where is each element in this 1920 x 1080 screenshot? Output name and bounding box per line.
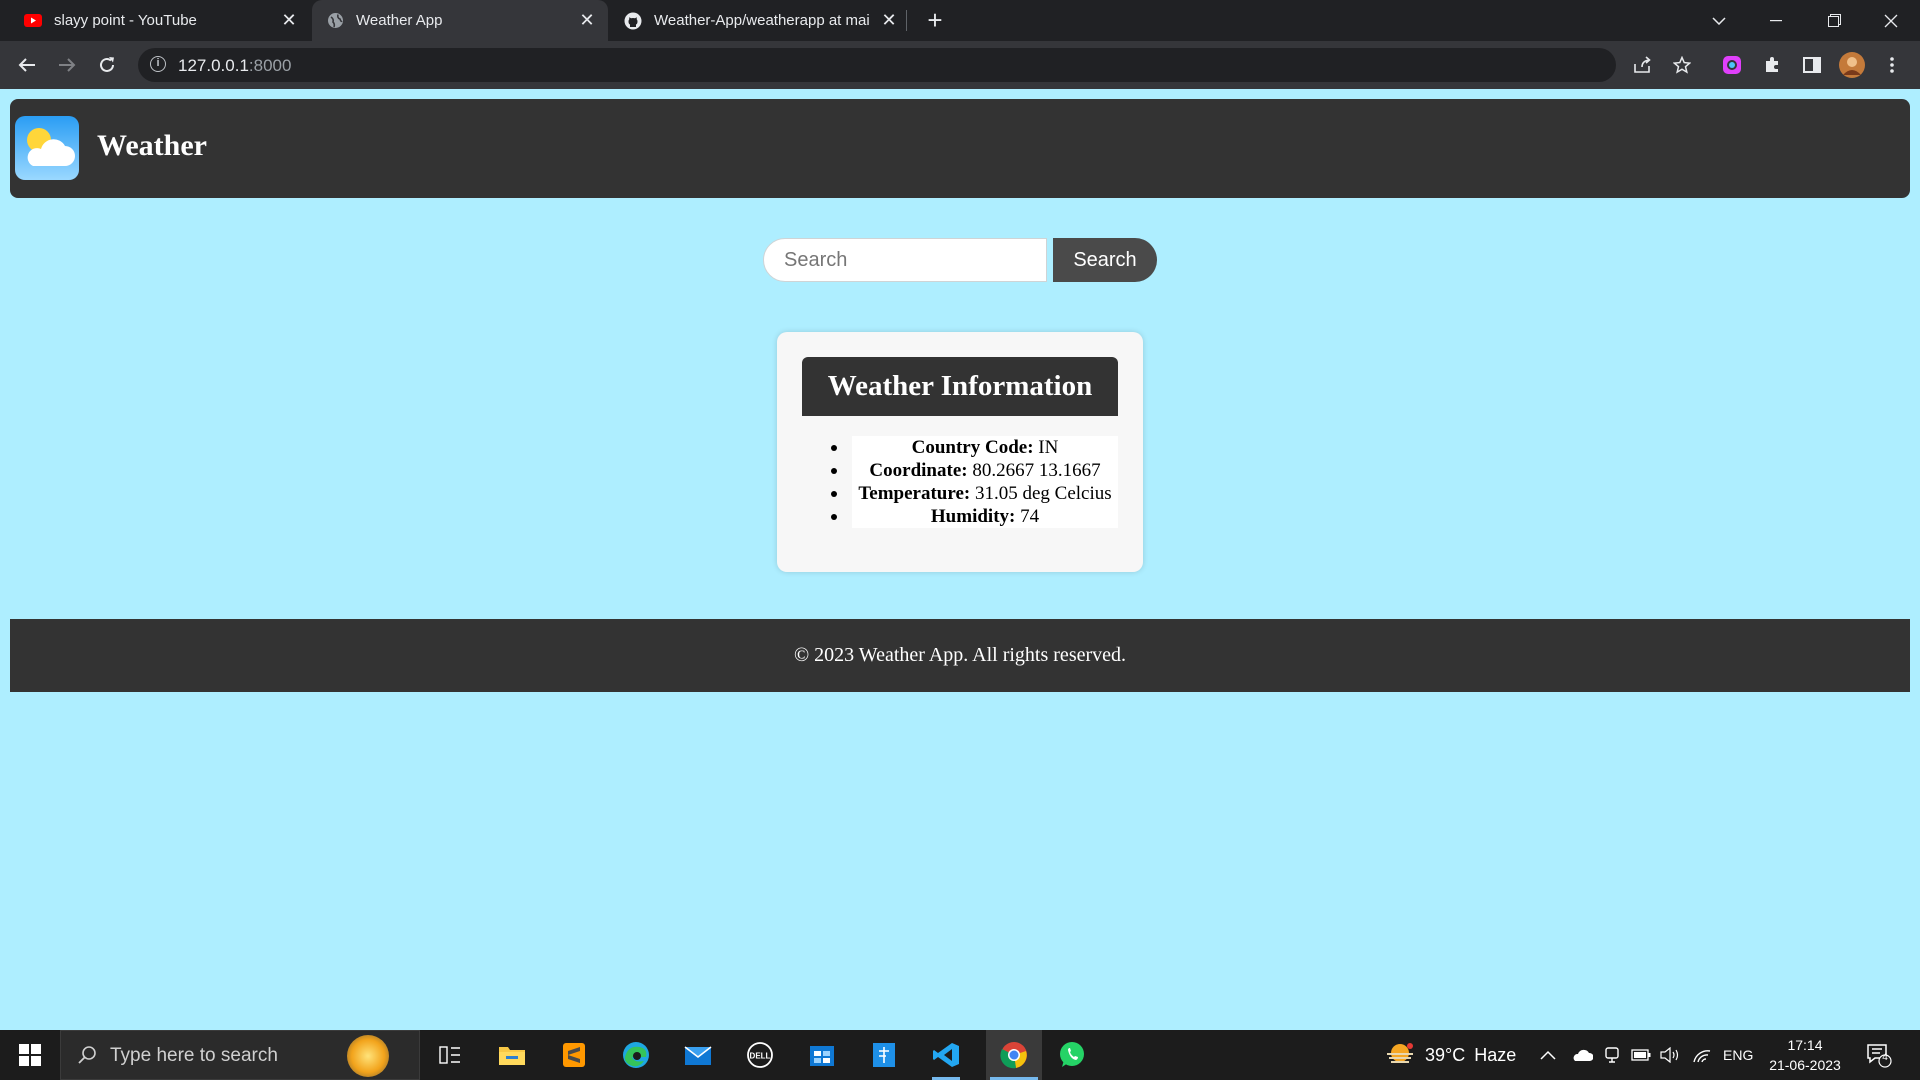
battery-icon[interactable] [1631, 1030, 1651, 1080]
new-tab-button[interactable]: + [920, 6, 950, 36]
close-window-button[interactable] [1862, 0, 1920, 41]
tab-search-chevron-icon[interactable] [1690, 0, 1748, 41]
extensions-puzzle-icon[interactable] [1756, 49, 1788, 81]
forward-button[interactable] [51, 49, 83, 81]
tab-youtube[interactable]: slayy point - YouTube ✕ [10, 0, 310, 41]
search-highlight-sun-icon [347, 1035, 389, 1077]
youtube-icon [24, 12, 42, 30]
file-explorer-icon[interactable] [494, 1037, 530, 1073]
volume-icon[interactable] [1660, 1030, 1682, 1080]
reload-button[interactable] [91, 49, 123, 81]
haze-sun-icon [1387, 1043, 1413, 1063]
input-language[interactable]: ENG [1723, 1030, 1753, 1080]
weather-condition: Haze [1474, 1044, 1517, 1065]
taskbar-search-box[interactable]: Type here to search [60, 1030, 420, 1080]
profile-avatar[interactable] [1836, 49, 1868, 81]
onedrive-cloud-icon[interactable] [1571, 1030, 1593, 1080]
close-tab-icon[interactable]: ✕ [280, 11, 298, 29]
browser-tab-strip: slayy point - YouTube ✕ Weather App ✕ We… [0, 0, 1920, 41]
dell-icon[interactable]: DELL [742, 1037, 778, 1073]
github-icon [624, 12, 642, 30]
minimize-button[interactable] [1747, 0, 1805, 41]
windows-start-button[interactable] [0, 1030, 60, 1080]
clock-date: 21-06-2023 [1769, 1057, 1841, 1073]
close-tab-icon[interactable]: ✕ [578, 11, 596, 29]
app-installer-icon[interactable] [866, 1037, 902, 1073]
tab-title: Weather-App/weatherapp at mai [654, 12, 870, 29]
site-brand-title[interactable]: Weather [97, 129, 207, 163]
restore-button[interactable] [1805, 0, 1863, 41]
globe-icon [326, 12, 344, 30]
browser-menu-icon[interactable] [1876, 49, 1908, 81]
search-button[interactable]: Search [1053, 238, 1157, 282]
taskbar-search-placeholder: Type here to search [110, 1045, 278, 1066]
tab-title: slayy point - YouTube [54, 12, 197, 29]
weather-info-title: Weather Information [802, 357, 1118, 416]
chrome-icon[interactable] [986, 1030, 1042, 1080]
svg-text:DELL: DELL [750, 1052, 771, 1061]
weather-info-card: Weather Information Country Code: IN Coo… [777, 332, 1143, 572]
mail-icon[interactable] [680, 1037, 716, 1073]
sublime-text-icon[interactable] [556, 1037, 592, 1073]
close-tab-icon[interactable]: ✕ [880, 11, 898, 29]
microsoft-store-icon[interactable] [804, 1037, 840, 1073]
weather-info-list: Country Code: IN Coordinate: 80.2667 13.… [831, 436, 1118, 528]
whatsapp-icon[interactable] [1054, 1037, 1090, 1073]
site-header: Weather [10, 99, 1910, 198]
taskbar-weather-widget[interactable]: 39°C Haze [1385, 1030, 1516, 1080]
browser-toolbar: i 127.0.0.1:8000 [0, 41, 1920, 89]
windows-taskbar: Type here to search DELL 39°C Haze ENG 1… [0, 1030, 1920, 1080]
site-info-icon[interactable]: i [150, 56, 166, 72]
task-view-icon[interactable] [432, 1037, 468, 1073]
wifi-icon[interactable] [1692, 1030, 1712, 1080]
edge-browser-icon[interactable] [618, 1037, 654, 1073]
extension-lens-icon[interactable] [1716, 49, 1748, 81]
address-bar[interactable]: i 127.0.0.1:8000 [138, 48, 1651, 82]
weather-info-item-coordinate: Coordinate: 80.2667 13.1667 [831, 459, 1118, 482]
notification-count: 4 [1882, 1052, 1888, 1063]
search-icon [77, 1045, 97, 1071]
bookmark-star-icon[interactable] [1666, 49, 1698, 81]
weather-info-item-humidity: Humidity: 74 [831, 505, 1118, 528]
notification-center-icon[interactable]: 4 [1866, 1042, 1892, 1068]
meet-now-icon[interactable] [1604, 1030, 1620, 1080]
weather-logo-icon[interactable] [15, 116, 79, 180]
tab-weather-app[interactable]: Weather App ✕ [312, 0, 608, 41]
tray-chevron-up-icon[interactable] [1540, 1030, 1556, 1080]
weather-temp: 39°C [1425, 1044, 1466, 1065]
back-button[interactable] [11, 49, 43, 81]
site-footer: © 2023 Weather App. All rights reserved. [10, 619, 1910, 692]
tab-title: Weather App [356, 12, 443, 29]
footer-copyright: © 2023 Weather App. All rights reserved. [793, 644, 1127, 666]
taskbar-clock[interactable]: 17:14 21-06-2023 [1760, 1035, 1850, 1075]
clock-time: 17:14 [1787, 1037, 1823, 1053]
side-panel-icon[interactable] [1796, 49, 1828, 81]
weather-info-item-temperature: Temperature: 31.05 deg Celcius [831, 482, 1118, 505]
tab-github[interactable]: Weather-App/weatherapp at mai ✕ [610, 0, 906, 41]
vscode-icon[interactable] [928, 1037, 964, 1080]
address-url: 127.0.0.1:8000 [178, 56, 292, 75]
weather-info-item-country-code: Country Code: IN [831, 436, 1118, 459]
tab-divider [906, 10, 907, 31]
share-icon[interactable] [1626, 49, 1658, 81]
search-input[interactable] [763, 238, 1047, 282]
